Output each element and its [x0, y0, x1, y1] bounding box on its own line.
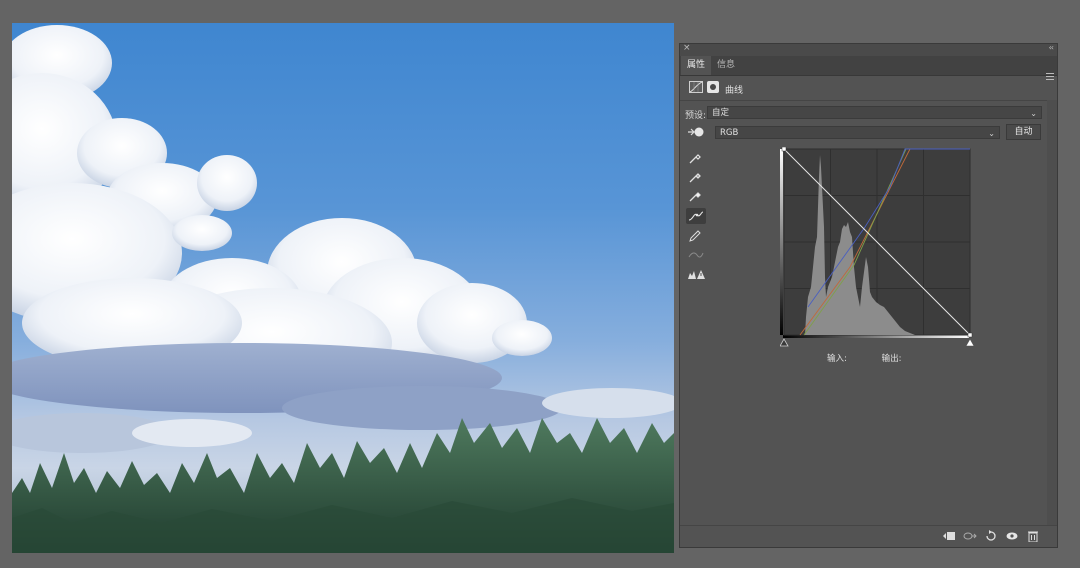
tab-properties[interactable]: 属性 [681, 56, 712, 75]
eyedropper-white-icon[interactable] [686, 188, 706, 204]
preset-label: 预设: [685, 111, 707, 121]
eyedropper-gray-icon[interactable] [686, 169, 706, 185]
white-point-slider [965, 338, 975, 347]
curves-adjustment-icon [689, 81, 703, 93]
properties-panel: × ‹‹ 属性 信息 曲线 预设: 自定 ⌄ RGB ⌄ 自动 输入: 输出: [679, 43, 1058, 548]
adjustment-header: 曲线 [680, 76, 1057, 101]
delete-icon[interactable] [1026, 530, 1040, 543]
close-icon[interactable]: × [683, 43, 691, 53]
collapse-icon[interactable]: ‹‹ [1049, 43, 1055, 52]
photo-canvas[interactable] [12, 23, 674, 553]
eyedropper-black-icon[interactable] [686, 150, 706, 166]
layer-mask-icon[interactable] [707, 81, 719, 93]
smooth-icon[interactable] [686, 247, 706, 263]
input-label: 输入: [827, 354, 847, 364]
preset-dropdown[interactable]: 自定 ⌄ [707, 106, 1042, 119]
chevron-down-icon: ⌄ [1030, 109, 1037, 118]
landscape-photo [12, 25, 674, 553]
pencil-icon[interactable] [686, 228, 706, 244]
panel-tabbar: 属性 信息 [680, 56, 1057, 80]
channel-dropdown[interactable]: RGB ⌄ [715, 126, 1000, 139]
clip-to-layer-icon[interactable] [942, 530, 956, 542]
visibility-eye-icon[interactable] [1005, 530, 1019, 542]
curve-point-bottom [967, 332, 973, 338]
chevron-down-icon: ⌄ [988, 129, 995, 138]
curve-point-icon[interactable] [686, 208, 706, 224]
clipping-warning-icon[interactable] [686, 267, 706, 283]
panel-scrollbar[interactable] [1047, 100, 1057, 526]
curves-graph[interactable] [779, 146, 976, 350]
channel-value: RGB [720, 128, 739, 138]
black-point-slider [779, 338, 789, 347]
view-previous-state-icon[interactable] [963, 530, 977, 542]
reset-icon[interactable] [984, 530, 998, 542]
curve-point-top [781, 146, 787, 152]
panel-bottom-bar [680, 525, 1057, 547]
adjustment-title: 曲线 [725, 86, 744, 96]
output-label: 输出: [881, 354, 902, 364]
auto-button[interactable]: 自动 [1006, 124, 1041, 140]
input-output-readout: 输入: 输出: [827, 352, 933, 364]
tab-info[interactable]: 信息 [711, 56, 741, 75]
panel-title-bar: × ‹‹ [680, 43, 1057, 56]
on-image-adjust-icon[interactable] [687, 126, 705, 138]
preset-value: 自定 [712, 108, 730, 118]
output-gradient-bar [780, 149, 783, 335]
